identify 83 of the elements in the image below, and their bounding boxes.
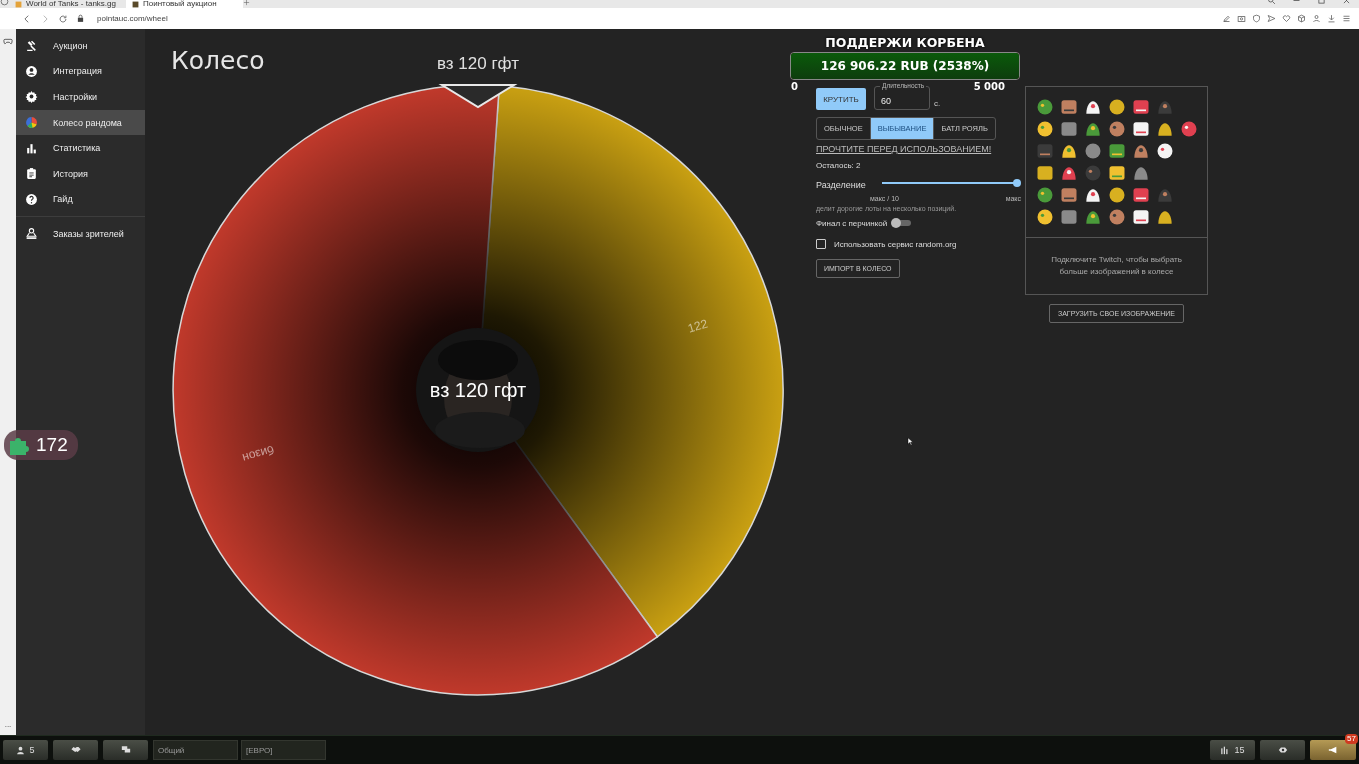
browser-tab[interactable]: World of Tanks - tanks.gg — [9, 0, 126, 8]
spin-button[interactable]: КРУТИТЬ — [816, 88, 866, 110]
emote-icon[interactable] — [1155, 141, 1175, 161]
help-link[interactable]: ПРОЧТИТЕ ПЕРЕД ИСПОЛЬЗОВАНИЕМ! — [816, 144, 1021, 154]
chat-channel-field[interactable]: Общий — [153, 740, 238, 760]
cursor-icon — [907, 436, 915, 447]
send-icon[interactable] — [1267, 14, 1276, 23]
notification-badge: 57 — [1345, 734, 1358, 744]
handshake-button[interactable] — [53, 740, 98, 760]
sidebar-item[interactable]: Статистика — [16, 135, 145, 161]
help-icon — [25, 192, 38, 206]
sidebar-item[interactable]: Заказы зрителей — [16, 221, 145, 247]
emote-icon[interactable] — [1179, 119, 1199, 139]
chat-button[interactable] — [103, 740, 148, 760]
gamepad-icon[interactable] — [3, 36, 13, 46]
remaining-text: Осталось: 2 — [816, 161, 862, 170]
goal-amount: 126 906.22 RUB (2538%) — [819, 58, 991, 75]
players-button[interactable]: 5 — [3, 740, 48, 760]
toggle-switch[interactable] — [891, 218, 912, 228]
emote-icon[interactable] — [1107, 97, 1127, 117]
heart-icon[interactable] — [1282, 14, 1291, 23]
stamp-icon — [25, 227, 38, 241]
emote-icon[interactable] — [1131, 119, 1151, 139]
slider-label: Разделение — [816, 180, 866, 190]
emote-icon[interactable] — [1131, 185, 1151, 205]
online-button[interactable]: 15 — [1210, 740, 1255, 760]
bar-chart-icon — [25, 141, 38, 155]
emote-icon[interactable] — [1131, 97, 1151, 117]
chat-channel-field[interactable]: [ЕВРО] — [241, 740, 326, 760]
pointer-icon — [438, 84, 518, 109]
goal-min: 0 — [791, 81, 798, 92]
emote-icon[interactable] — [1035, 97, 1055, 117]
sidebar-item[interactable]: Настройки — [16, 84, 145, 110]
browser-tab[interactable]: Поинтовый аукцион — [126, 0, 243, 8]
shield-icon[interactable] — [1252, 14, 1261, 23]
settings-icon — [25, 90, 38, 104]
emote-icon[interactable] — [1035, 163, 1055, 183]
download-icon[interactable] — [1327, 14, 1336, 23]
sidebar-item[interactable]: Колесо рандома — [16, 109, 145, 136]
page-icon — [132, 0, 139, 8]
emote-icon[interactable] — [1035, 207, 1055, 227]
camera-icon[interactable] — [1237, 14, 1246, 23]
goal-max: 5 000 — [973, 81, 1005, 92]
emote-icon[interactable] — [1107, 163, 1127, 183]
emote-icon[interactable] — [1035, 185, 1055, 205]
more-menu[interactable]: ... — [4, 721, 12, 729]
bar-chart-icon — [1220, 745, 1231, 755]
checkbox[interactable] — [816, 239, 826, 249]
counter-value: 172 — [36, 434, 68, 456]
page-title: Колесо — [171, 45, 265, 77]
winner-label: вз 120 гфт — [437, 54, 519, 73]
toggle-label: Финал с перчинкой — [816, 218, 888, 228]
center-label: вз 120 гфт — [429, 379, 527, 401]
menu-icon[interactable] — [1342, 14, 1351, 23]
sidebar-item[interactable]: История — [16, 160, 145, 187]
slice-label: 122 — [686, 316, 710, 336]
pie-chart-icon — [25, 116, 38, 130]
lock-icon — [76, 14, 85, 23]
emote-icon[interactable] — [1107, 141, 1127, 161]
reload-icon[interactable] — [58, 13, 68, 24]
notifications-button[interactable] — [1310, 740, 1356, 760]
address-field[interactable]: pointauc.com/wheel — [97, 14, 168, 23]
clan-button[interactable] — [1260, 740, 1305, 760]
sidebar-item[interactable]: Аукцион — [16, 33, 145, 59]
sidebar-item[interactable]: Гайд — [16, 186, 145, 213]
slice-label: бизон — [240, 442, 276, 466]
share-icon[interactable] — [1222, 14, 1231, 23]
sidebar-item[interactable]: Интеграция — [16, 58, 145, 85]
site-icon — [15, 0, 22, 8]
unit-label: с. — [934, 99, 941, 108]
emote-icon[interactable] — [1131, 207, 1151, 227]
clipboard-icon — [25, 167, 38, 181]
account-icon — [25, 64, 38, 78]
goal-title: ПОДДЕРЖИ КОРБЕНА — [825, 35, 985, 50]
cube-icon[interactable] — [1297, 14, 1306, 23]
slider-thumb[interactable] — [1013, 179, 1021, 187]
emote-icon[interactable] — [1107, 185, 1127, 205]
user-icon[interactable] — [1312, 14, 1321, 23]
emote-icon[interactable] — [1035, 119, 1055, 139]
gavel-icon — [25, 39, 38, 53]
checkbox-label: Использовать сервис random.org — [834, 239, 957, 249]
person-icon — [16, 745, 26, 755]
connect-note: Подключите Twitch, чтобы выбрать больше изображений в колесе — [1050, 254, 1183, 278]
